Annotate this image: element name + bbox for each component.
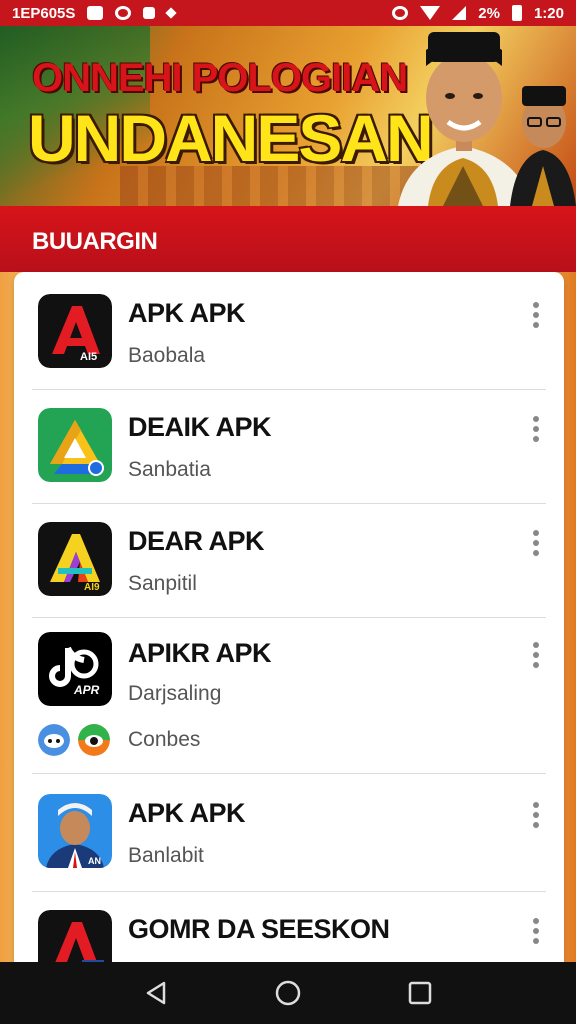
- list-item[interactable]: AI5 APK APK Baobala: [14, 272, 564, 390]
- eye-icon: [115, 6, 132, 20]
- banner-portrait-side: [510, 86, 576, 206]
- promo-banner[interactable]: ONNEHI POLOGIIAN UNDANESAN: [0, 26, 576, 206]
- drive-triangle-icon: [38, 408, 112, 482]
- related-icons: [38, 724, 110, 756]
- app-name: GOMR DA SEESKON: [128, 914, 390, 944]
- home-icon[interactable]: [274, 979, 302, 1007]
- blue-face-icon: [38, 724, 70, 756]
- related-label: Conbes: [128, 728, 201, 751]
- app-name: APIKR APK: [128, 638, 272, 668]
- section-title: BUUARGIN: [32, 228, 158, 255]
- banner-title-line2: UNDANESAN: [28, 101, 434, 175]
- app-subtitle: Banlabit: [128, 844, 204, 867]
- more-options-icon[interactable]: [526, 530, 546, 556]
- list-item[interactable]: DEAIK APK Sanbatia: [14, 390, 564, 504]
- person-portrait-icon: AN: [38, 794, 112, 868]
- banner-title-line1: ONNEHI POLOGIIAN: [32, 56, 408, 100]
- navigation-bar: [0, 962, 576, 1024]
- recents-icon[interactable]: [406, 979, 434, 1007]
- app-subtitle: Sanpitil: [128, 572, 197, 595]
- status-bar: 1EP605S 2% 1:20: [0, 0, 576, 26]
- list-item[interactable]: AI9 DEAR APK Sanpitil: [14, 504, 564, 618]
- status-time: 1:20: [533, 4, 564, 22]
- app-subtitle: Sanbatia: [128, 458, 211, 481]
- app-name: APK APK: [128, 798, 246, 828]
- list-item[interactable]: AN APK APK Banlabit: [14, 774, 564, 892]
- app-list: AI5 APK APK Baobala DEAIK APK Sanbatia A…: [14, 272, 564, 962]
- location-icon: [165, 7, 178, 19]
- back-icon[interactable]: [142, 979, 170, 1007]
- app-name: DEAR APK: [128, 526, 265, 556]
- app-icon-text: AI5: [80, 351, 97, 363]
- list-item[interactable]: GOMR DA SEESKON: [14, 892, 564, 962]
- sync-icon: [143, 7, 156, 19]
- wifi-icon: [420, 6, 441, 20]
- more-options-icon[interactable]: [526, 642, 546, 668]
- tiktok-style-icon: APR: [38, 632, 112, 706]
- alarm-icon: [392, 6, 409, 20]
- app-icon-text: AN: [88, 856, 101, 866]
- more-options-icon[interactable]: [526, 416, 546, 442]
- more-options-icon[interactable]: [526, 802, 546, 828]
- colorful-eye-icon: [78, 724, 110, 756]
- app-subtitle: Darjsaling: [128, 682, 222, 705]
- battery-icon: [511, 5, 522, 21]
- status-left-text: 1EP605S: [12, 4, 76, 22]
- app-subtitle: Baobala: [128, 344, 206, 367]
- app-name: DEAIK APK: [128, 412, 272, 442]
- app-icon-text: APR: [73, 683, 100, 697]
- red-a-icon: AI5: [38, 294, 112, 368]
- more-options-icon[interactable]: [526, 302, 546, 328]
- app-icon-text: AI9: [84, 582, 100, 593]
- battery-percent: 2%: [478, 4, 500, 22]
- list-item[interactable]: APR APIKR APK Darjsaling Conbes: [14, 618, 564, 774]
- section-header: BUUARGIN: [0, 206, 576, 272]
- signal-icon: [452, 6, 467, 20]
- more-options-icon[interactable]: [526, 918, 546, 944]
- notification-icon: [87, 6, 104, 20]
- red-a-icon-2: [38, 910, 112, 962]
- app-name: APK APK: [128, 298, 246, 328]
- rainbow-a-icon: AI9: [38, 522, 112, 596]
